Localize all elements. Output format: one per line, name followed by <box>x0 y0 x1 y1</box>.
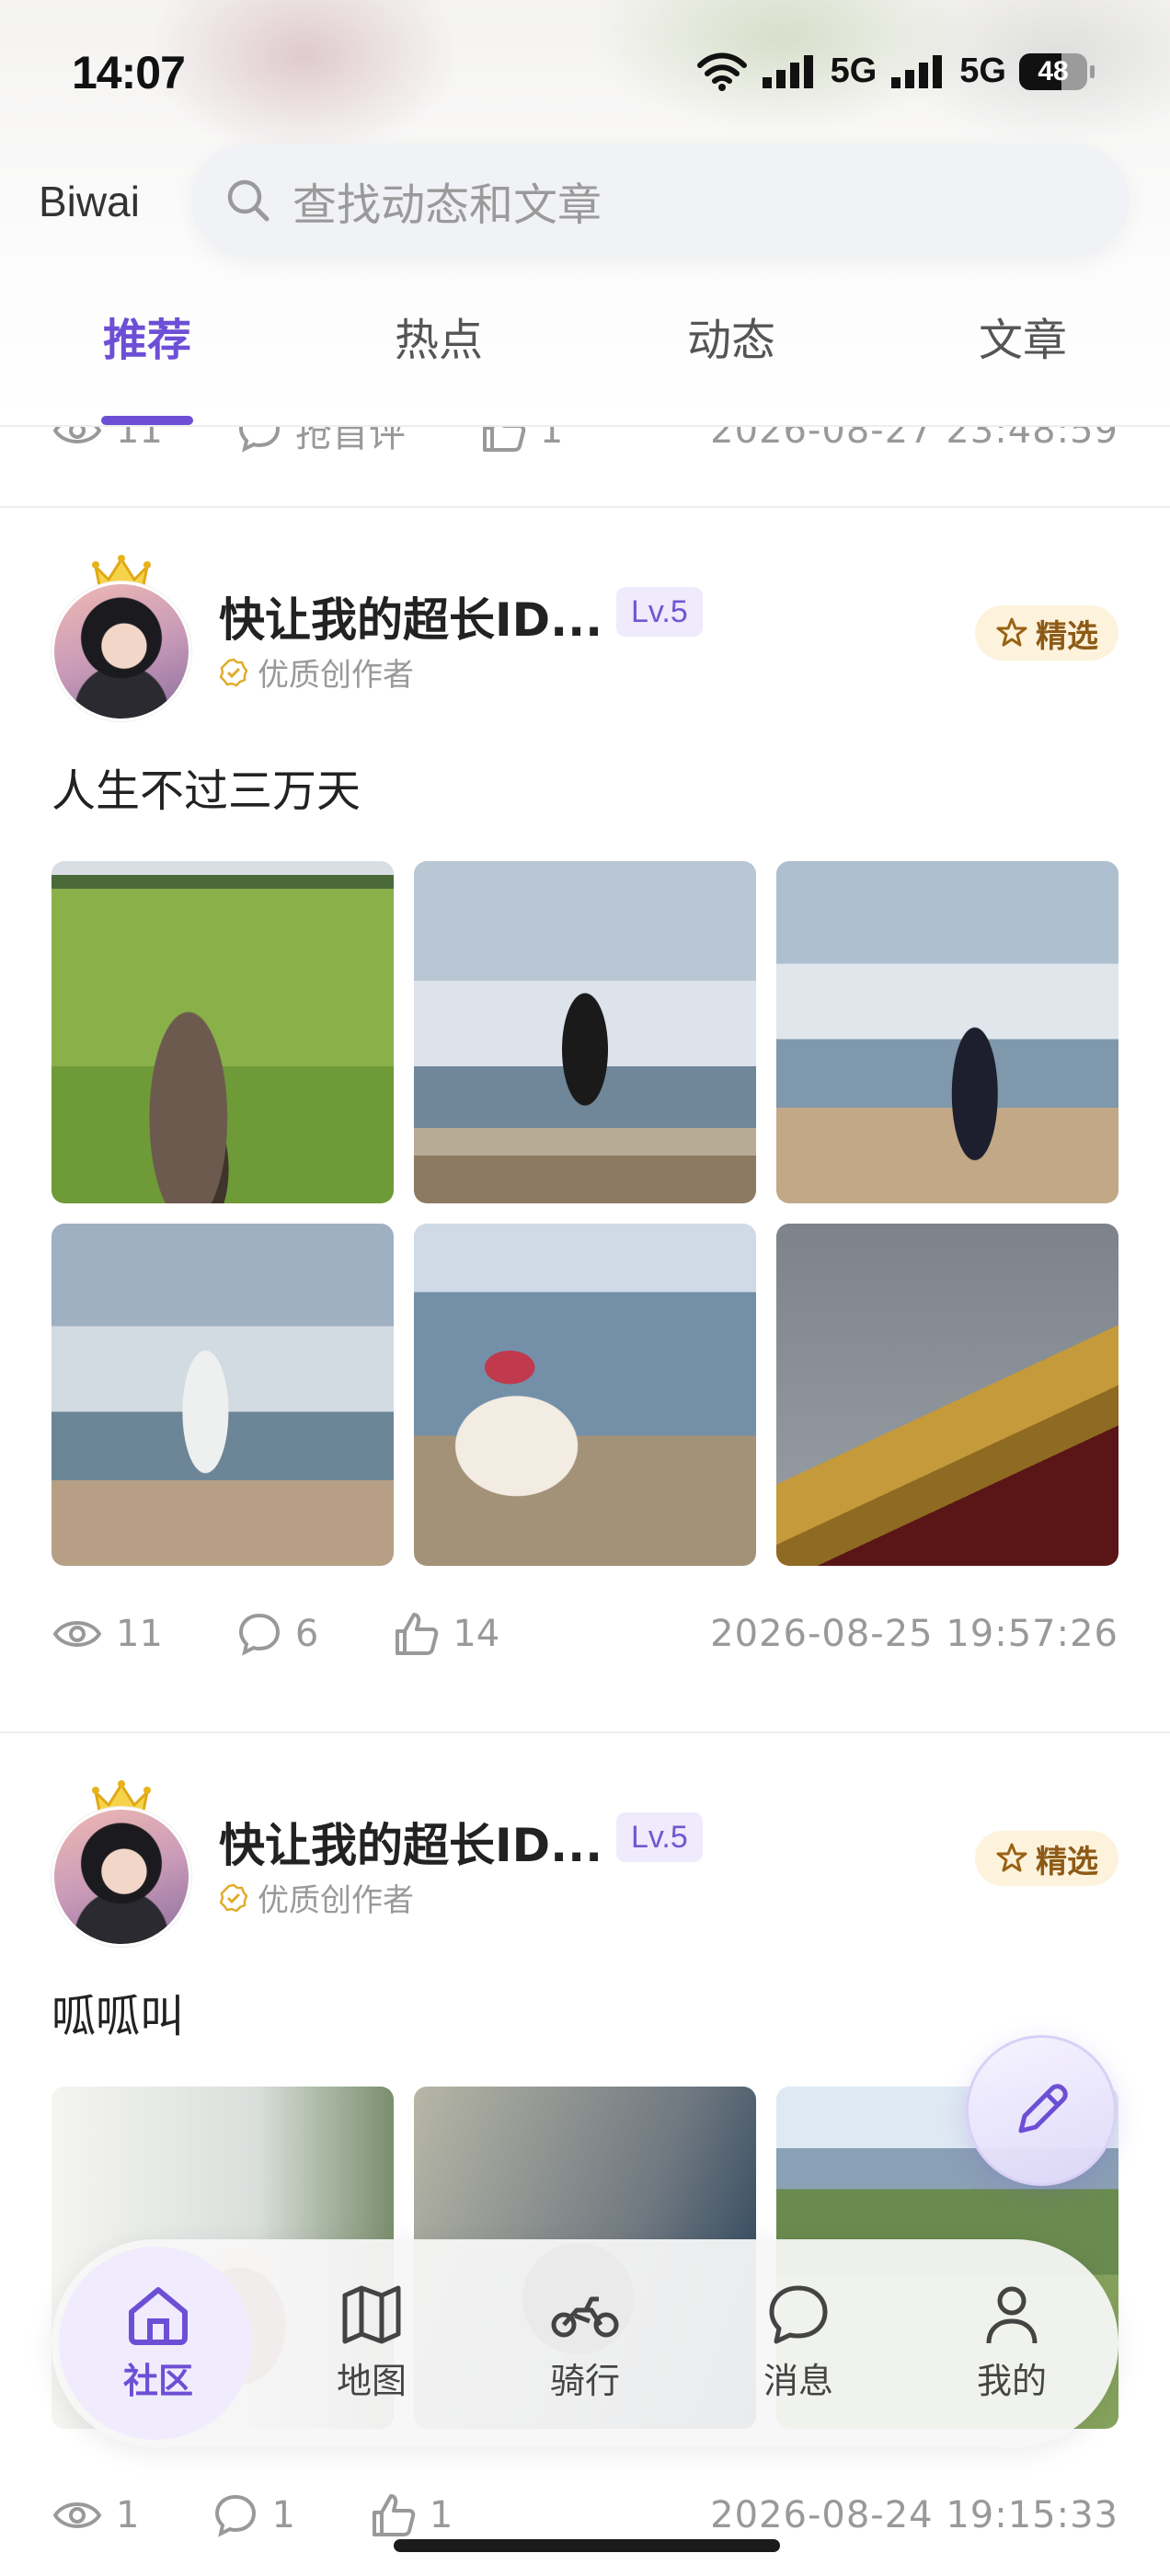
signal-bars-icon <box>891 54 943 88</box>
comments-count: 6 <box>294 1613 319 1655</box>
tab-articles[interactable]: 文章 <box>922 304 1124 368</box>
pencil-icon <box>1018 2084 1068 2133</box>
search-bar[interactable]: 查找动态和文章 <box>191 144 1130 258</box>
views-count: 1 <box>116 2494 140 2536</box>
wifi-icon <box>696 52 747 91</box>
nav-label: 消息 <box>763 2360 833 2401</box>
search-icon <box>227 179 270 222</box>
compose-button[interactable] <box>966 2035 1117 2186</box>
photo-yak[interactable] <box>414 1224 756 1566</box>
featured-badge: 精选 <box>975 605 1118 661</box>
author-name[interactable]: 快让我的超长ID... <box>219 1809 602 1875</box>
map-icon <box>342 2285 401 2343</box>
author-avatar[interactable] <box>52 1779 195 1947</box>
chat-bubble-icon <box>769 2285 828 2343</box>
likes-stat[interactable]: 14 <box>392 1611 499 1657</box>
avatar <box>52 1807 191 1947</box>
nav-community[interactable]: 社区 <box>52 2239 265 2447</box>
post-text[interactable]: 人生不过三万天 <box>52 754 361 819</box>
likes-stat[interactable]: 1 <box>369 2492 453 2538</box>
motorcycle-icon <box>551 2296 619 2337</box>
avatar <box>52 581 191 721</box>
person-icon <box>986 2286 1038 2343</box>
level-badge: Lv.5 <box>616 587 703 637</box>
likes-count: 1 <box>429 2494 453 2536</box>
post-time: 2026-08-25 19:57:26 <box>710 1613 1118 1655</box>
bottom-nav: 社区 地图 骑行 消息 我的 <box>52 2239 1118 2447</box>
eye-icon <box>52 2502 102 2528</box>
network-type: 5G <box>959 52 1006 90</box>
photo-jump-beach[interactable] <box>414 861 756 1203</box>
comments-count: 1 <box>271 2494 295 2536</box>
nav-label: 我的 <box>976 2360 1047 2401</box>
battery-indicator: 48 <box>1019 52 1095 90</box>
nav-ride[interactable]: 骑行 <box>478 2239 692 2447</box>
active-tab-indicator <box>101 416 193 425</box>
verified-icon <box>219 1883 248 1912</box>
comment-icon <box>238 1613 280 1656</box>
photo-jump-white[interactable] <box>52 1224 394 1566</box>
comments-stat[interactable]: 1 <box>212 2492 295 2538</box>
thumbs-up-icon <box>372 2494 416 2536</box>
tab-hot[interactable]: 热点 <box>338 304 540 368</box>
verified-icon <box>219 658 248 686</box>
post-text[interactable]: 呱呱叫 <box>52 1980 184 2044</box>
views-count: 11 <box>116 1613 163 1655</box>
home-indicator[interactable] <box>394 2539 780 2552</box>
featured-label: 精选 <box>1036 617 1098 655</box>
creator-tag-label: 优质创作者 <box>258 1882 414 1919</box>
photo-temple-roof[interactable] <box>776 1224 1118 1566</box>
network-type: 5G <box>830 52 878 90</box>
nav-map[interactable]: 地图 <box>265 2239 478 2447</box>
signal-bars-icon <box>762 54 813 88</box>
app-brand: Biwai <box>39 178 140 225</box>
post-card[interactable]: 快让我的超长ID... Lv.5 优质创作者 精选 人生不过三万天 11 6 1… <box>0 508 1170 1731</box>
eye-icon <box>52 1621 102 1647</box>
comment-icon <box>215 2494 257 2537</box>
featured-label: 精选 <box>1036 1843 1098 1880</box>
nav-label: 骑行 <box>549 2360 620 2401</box>
post-time: 2026-08-24 19:15:33 <box>710 2494 1118 2536</box>
status-time: 14:07 <box>72 47 186 98</box>
photo-person-shore[interactable] <box>776 861 1118 1203</box>
nav-profile[interactable]: 我的 <box>905 2239 1118 2447</box>
creator-tag: 优质创作者 <box>219 1875 414 1920</box>
level-badge: Lv.5 <box>616 1812 703 1862</box>
search-placeholder: 查找动态和文章 <box>292 179 602 231</box>
comments-stat[interactable]: 6 <box>236 1611 318 1657</box>
author-avatar[interactable] <box>52 554 195 721</box>
post-stats: 11 6 14 2026-08-25 19:57:26 <box>52 1606 1118 1662</box>
creator-tag: 优质创作者 <box>219 650 414 695</box>
star-icon <box>996 1843 1027 1872</box>
nav-label: 地图 <box>336 2360 407 2401</box>
likes-count: 14 <box>453 1613 500 1655</box>
nav-messages[interactable]: 消息 <box>692 2239 905 2447</box>
top-header: 14:07 5G 5G 48 Biwai 查找动态和文章 推荐 热点 动态 文章 <box>0 0 1170 427</box>
thumbs-up-icon <box>396 1613 439 1655</box>
nav-label: 社区 <box>122 2360 193 2401</box>
home-icon <box>129 2286 188 2345</box>
status-bar: 14:07 5G 5G 48 <box>0 0 1170 147</box>
tab-recommend[interactable]: 推荐 <box>46 304 248 368</box>
creator-tag-label: 优质创作者 <box>258 657 414 694</box>
status-icons: 5G 5G 48 <box>696 52 1095 91</box>
post-stats: 1 1 1 2026-08-24 19:15:33 <box>52 2488 1118 2543</box>
tab-moments[interactable]: 动态 <box>630 304 832 368</box>
author-name[interactable]: 快让我的超长ID... <box>219 583 602 650</box>
star-icon <box>996 617 1027 647</box>
photo-horse-grassland[interactable] <box>52 861 394 1203</box>
feed-tabs: 推荐 热点 动态 文章 <box>0 304 1170 425</box>
views-stat: 1 <box>52 2494 139 2536</box>
views-stat: 11 <box>52 1613 163 1655</box>
featured-badge: 精选 <box>975 1831 1118 1886</box>
